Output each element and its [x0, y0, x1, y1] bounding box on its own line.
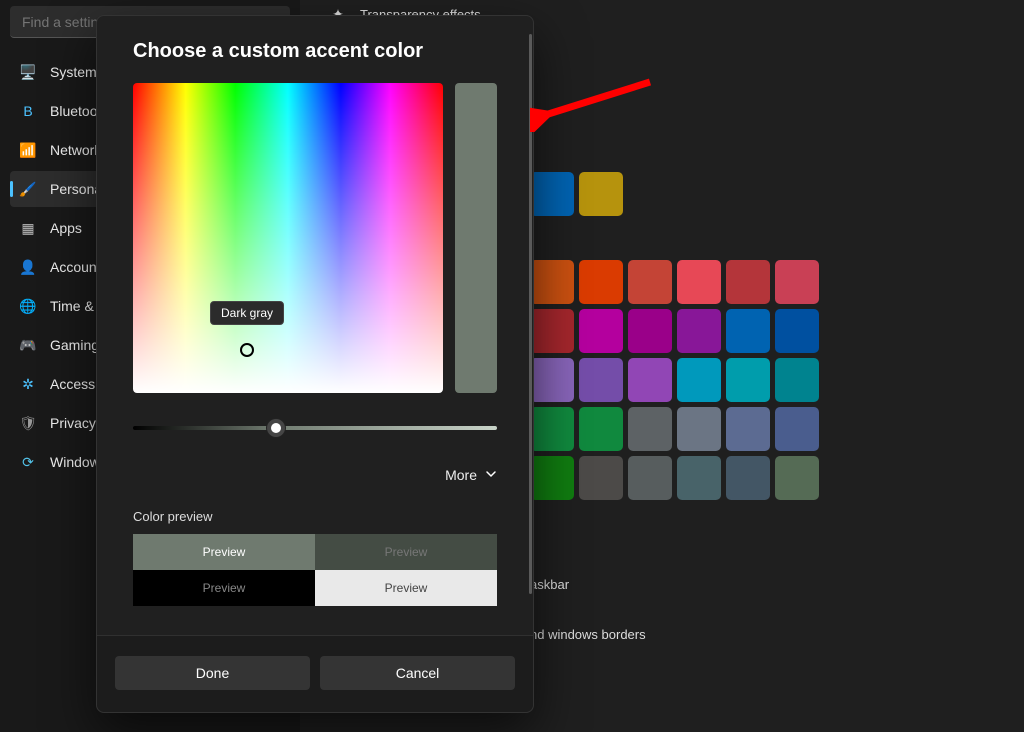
accounts-icon: 👤: [20, 259, 36, 275]
accent-color-swatch[interactable]: [726, 358, 770, 402]
accent-color-swatch[interactable]: [677, 456, 721, 500]
more-toggle[interactable]: More: [133, 467, 497, 483]
accent-color-swatch[interactable]: [677, 407, 721, 451]
accent-color-swatch[interactable]: [775, 309, 819, 353]
preview-tile-dark-accent: Preview: [315, 534, 497, 570]
color-spectrum[interactable]: Dark gray: [133, 83, 443, 393]
color-picker-dialog: Choose a custom accent color Dark gray M…: [96, 15, 534, 713]
bluetooth-icon: B: [20, 103, 36, 119]
system-icon: 🖥️: [20, 64, 36, 80]
accent-color-swatch[interactable]: [579, 456, 623, 500]
accent-color-swatch[interactable]: [726, 309, 770, 353]
time-icon: 🌐: [20, 298, 36, 314]
done-button[interactable]: Done: [115, 656, 310, 690]
dialog-title: Choose a custom accent color: [97, 16, 533, 83]
sidebar-item-label: Apps: [50, 220, 82, 236]
accent-color-swatch[interactable]: [628, 260, 672, 304]
accent-color-swatch[interactable]: [628, 456, 672, 500]
value-slider[interactable]: [133, 417, 497, 439]
slider-thumb[interactable]: [267, 419, 285, 437]
gaming-icon: 🎮: [20, 337, 36, 353]
borders-option-partial[interactable]: nd windows borders: [530, 614, 994, 654]
chevron-down-icon: [485, 467, 497, 483]
accent-color-swatch[interactable]: [530, 407, 574, 451]
more-label: More: [445, 467, 477, 483]
accent-color-swatch[interactable]: [579, 407, 623, 451]
accent-color-swatch[interactable]: [726, 407, 770, 451]
accent-color-swatch[interactable]: [775, 358, 819, 402]
dialog-footer: Done Cancel: [97, 635, 533, 712]
accent-color-swatch[interactable]: [530, 309, 574, 353]
accent-color-swatch[interactable]: [530, 456, 574, 500]
preview-tile-white: Preview: [315, 570, 497, 606]
accent-color-swatch[interactable]: [530, 260, 574, 304]
color-preview-grid: Preview Preview Preview Preview: [133, 534, 497, 606]
accent-color-swatch[interactable]: [775, 407, 819, 451]
accent-swatch-area: [530, 172, 994, 500]
accent-color-swatch[interactable]: [628, 407, 672, 451]
accent-color-swatch[interactable]: [726, 456, 770, 500]
accent-color-swatch[interactable]: [579, 358, 623, 402]
preview-tile-light-accent: Preview: [133, 534, 315, 570]
personalization-icon: 🖌️: [20, 181, 36, 197]
preview-tile-black: Preview: [133, 570, 315, 606]
accent-color-swatch[interactable]: [726, 260, 770, 304]
accent-color-swatch[interactable]: [628, 358, 672, 402]
accent-color-swatch[interactable]: [677, 260, 721, 304]
network-icon: 📶: [20, 142, 36, 158]
spectrum-cursor[interactable]: [240, 343, 254, 357]
recent-color-swatch[interactable]: [579, 172, 623, 216]
accent-color-swatch[interactable]: [775, 456, 819, 500]
accent-color-swatch[interactable]: [775, 260, 819, 304]
cancel-button[interactable]: Cancel: [320, 656, 515, 690]
slider-track: [133, 426, 497, 430]
sidebar-item-label: Gaming: [50, 337, 99, 353]
accent-color-grid: [530, 260, 994, 500]
accessibility-icon: ✲: [20, 376, 36, 392]
accent-color-swatch[interactable]: [530, 358, 574, 402]
windows-icon: ⟳: [20, 454, 36, 470]
color-tooltip: Dark gray: [210, 301, 284, 325]
accent-color-swatch[interactable]: [628, 309, 672, 353]
accent-color-swatch[interactable]: [579, 260, 623, 304]
accent-color-swatch[interactable]: [677, 358, 721, 402]
accent-color-swatch[interactable]: [579, 309, 623, 353]
recent-color-swatch[interactable]: [530, 172, 574, 216]
accent-color-swatch[interactable]: [677, 309, 721, 353]
privacy-icon: 🛡: [20, 415, 36, 431]
color-preview-label: Color preview: [133, 509, 497, 524]
current-color-preview: [455, 83, 497, 393]
sidebar-item-label: System: [50, 64, 97, 80]
taskbar-option-partial[interactable]: askbar: [530, 564, 994, 604]
apps-icon: ▦: [20, 220, 36, 236]
